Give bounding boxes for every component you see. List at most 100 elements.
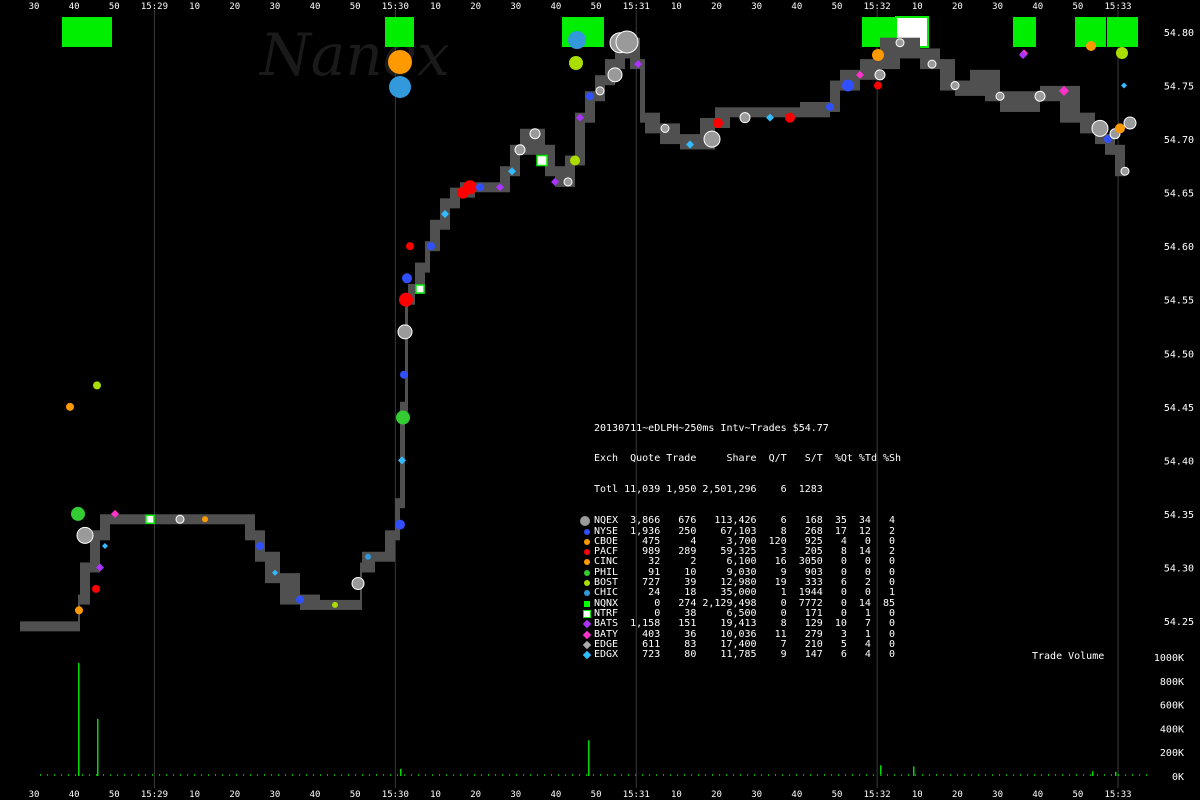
time-tick-top: 40 xyxy=(551,2,562,12)
volume-bar-small xyxy=(173,774,174,776)
time-tick-top: 50 xyxy=(1072,2,1083,12)
trade-marker xyxy=(145,514,155,525)
trade-marker xyxy=(842,79,854,92)
volume-bar-small xyxy=(152,774,153,776)
trade-marker xyxy=(529,128,541,140)
volume-bar-small xyxy=(1055,774,1056,776)
time-tick-top: 50 xyxy=(591,2,602,12)
time-tick-top: 50 xyxy=(109,2,120,12)
volume-bar-small xyxy=(82,774,83,776)
time-tick-bottom: 15:31 xyxy=(623,790,650,800)
time-tick-top: 10 xyxy=(430,2,441,12)
volume-bar-small xyxy=(439,774,440,776)
volume-bar-small xyxy=(117,774,118,776)
legend-symbol xyxy=(584,580,590,587)
price-range-segment xyxy=(20,621,78,632)
time-tick-top: 30 xyxy=(751,2,762,12)
volume-bar-small xyxy=(852,774,853,776)
price-range-segment xyxy=(640,59,645,123)
volume-bar-small xyxy=(425,774,426,776)
time-tick-bottom: 15:29 xyxy=(141,790,168,800)
volume-bar-small xyxy=(299,774,300,776)
price-range-segment xyxy=(385,530,395,562)
volume-bar-small xyxy=(992,774,993,776)
trade-marker xyxy=(296,595,304,604)
volume-bar-small xyxy=(838,774,839,776)
volume-bar-small xyxy=(1062,774,1063,776)
volume-bar-small xyxy=(1069,774,1070,776)
trade-marker xyxy=(415,284,425,294)
trade-marker xyxy=(402,273,412,284)
time-tick-bottom: 15:30 xyxy=(382,790,409,800)
volume-bar-small xyxy=(1111,774,1112,776)
volume-bar-small xyxy=(502,774,503,776)
trade-marker xyxy=(874,69,886,81)
volume-bar-small xyxy=(761,774,762,776)
volume-bar xyxy=(400,768,402,776)
time-tick-bottom: 50 xyxy=(1072,790,1083,800)
volume-bars xyxy=(40,662,1147,776)
time-tick-bottom: 20 xyxy=(711,790,722,800)
volume-bar-small xyxy=(929,774,930,776)
trade-marker xyxy=(102,543,108,550)
volume-bar-small xyxy=(250,774,251,776)
volume-bar-small xyxy=(341,774,342,776)
top-trade-marker xyxy=(615,30,639,54)
volume-bar-small xyxy=(1125,774,1126,776)
volume-bar-small xyxy=(369,774,370,776)
trade-marker xyxy=(332,601,338,608)
volume-bar-small xyxy=(978,774,979,776)
volume-bar-small xyxy=(187,774,188,776)
volume-bar-small xyxy=(110,774,111,776)
volume-bar-small xyxy=(54,774,55,776)
volume-bar-small xyxy=(208,774,209,776)
trade-marker xyxy=(256,542,264,551)
trade-marker xyxy=(1115,123,1125,134)
legend-symbol xyxy=(584,569,590,576)
volume-bar-small xyxy=(775,774,776,776)
trade-marker xyxy=(202,516,208,523)
trade-marker xyxy=(713,118,723,129)
volume-bar-small xyxy=(1020,774,1021,776)
volume-bar-small xyxy=(964,774,965,776)
volume-bar-small xyxy=(264,774,265,776)
price-tick-label: 54.35 xyxy=(1164,510,1194,521)
trade-marker xyxy=(1123,116,1137,130)
price-tick-label: 54.65 xyxy=(1164,189,1194,200)
price-tick-label: 54.25 xyxy=(1164,617,1194,628)
time-tick-top: 20 xyxy=(470,2,481,12)
volume-tick-label: 1000K xyxy=(1154,653,1184,664)
volume-tick-label: 0K xyxy=(1172,772,1184,783)
volume-bar-small xyxy=(824,774,825,776)
trade-marker xyxy=(397,324,413,340)
time-tick-bottom: 40 xyxy=(551,790,562,800)
trade-marker xyxy=(76,526,94,544)
volume-bar-small xyxy=(957,774,958,776)
trade-marker xyxy=(703,130,721,148)
volume-bar-small xyxy=(768,774,769,776)
volume-bar-small xyxy=(1132,774,1133,776)
volume-bar-small xyxy=(404,774,405,776)
trade-marker xyxy=(514,144,526,156)
volume-bar-small xyxy=(61,774,62,776)
volume-bar xyxy=(1092,771,1094,776)
time-tick-bottom: 10 xyxy=(912,790,923,800)
price-tick-label: 54.50 xyxy=(1164,349,1194,360)
legend-symbol xyxy=(584,600,590,607)
trade-marker xyxy=(1034,90,1046,102)
volume-bar-small xyxy=(642,774,643,776)
price-range-segment xyxy=(265,551,280,584)
volume-bar-small xyxy=(684,774,685,776)
price-tick-label: 54.70 xyxy=(1164,135,1194,146)
trade-marker xyxy=(826,102,834,111)
trade-marker xyxy=(785,112,795,123)
volume-bar-small xyxy=(544,774,545,776)
volume-bar xyxy=(913,766,915,776)
volume-bar-small xyxy=(159,774,160,776)
volume-bar-small xyxy=(418,774,419,776)
volume-bar-small xyxy=(1041,774,1042,776)
volume-bar-small xyxy=(96,774,97,776)
trade-marker xyxy=(950,81,960,91)
chart-title: 20130711~eDLPH~250ms Intv~Trades $54.77 xyxy=(594,422,829,434)
volume-bar-small xyxy=(1146,774,1147,776)
